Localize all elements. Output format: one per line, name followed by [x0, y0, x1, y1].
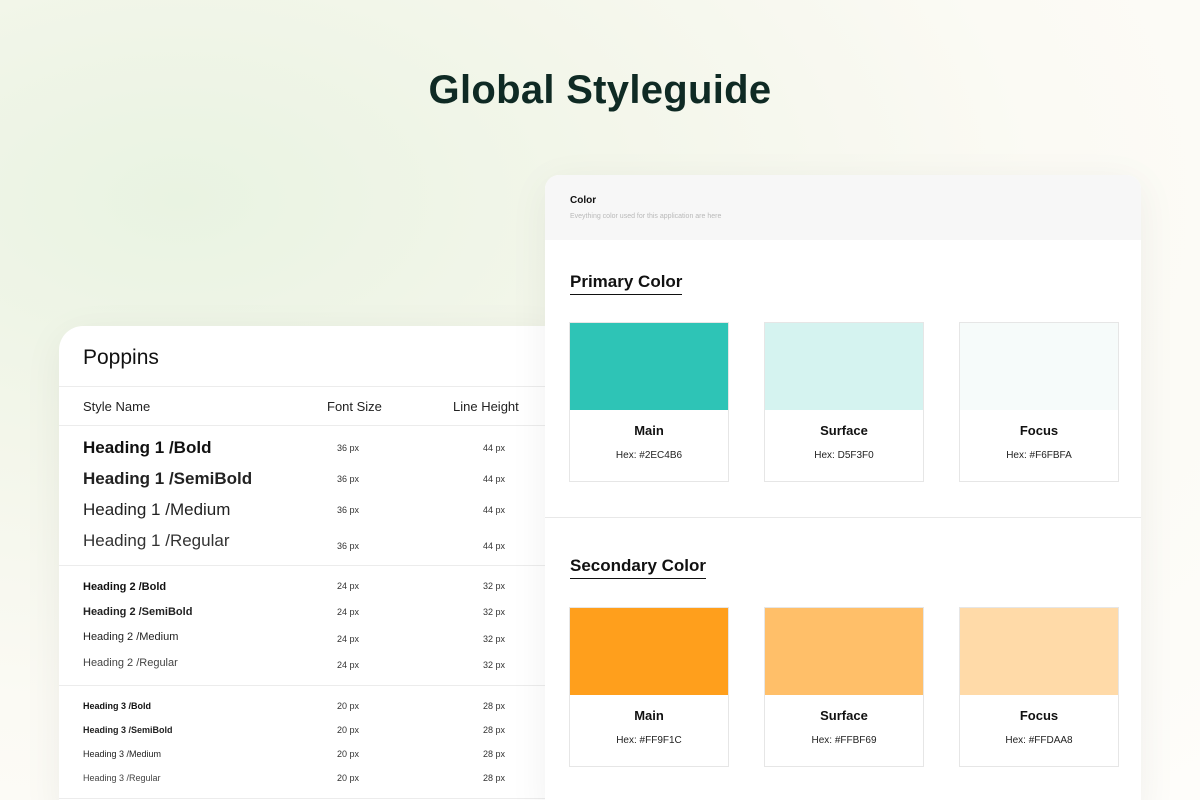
line-height-value: 44 px — [483, 505, 506, 515]
font-size-value: 20 px — [337, 773, 360, 783]
column-header-style-name: Style Name — [83, 399, 151, 414]
swatch-hex: Hex: #F6FBFA — [1006, 450, 1072, 461]
column-header-font-size: Font Size — [327, 399, 382, 414]
swatch-name: Surface — [820, 423, 868, 438]
color-card-subtitle: Eveything color used for this applicatio… — [570, 213, 722, 220]
style-name: Heading 2 /Regular — [83, 657, 178, 669]
divider — [59, 425, 559, 426]
section-divider — [545, 517, 1141, 518]
style-name: Heading 2 /Medium — [83, 631, 179, 643]
line-height-value: 28 px — [483, 701, 506, 711]
font-size-value: 36 px — [337, 474, 360, 484]
swatch-name: Surface — [820, 708, 868, 723]
font-size-value: 20 px — [337, 725, 360, 735]
font-size-value: 24 px — [337, 581, 360, 591]
style-name: Heading 3 /SemiBold — [83, 725, 173, 735]
swatch-hex: Hex: #2EC4B6 — [615, 450, 683, 461]
line-height-value: 28 px — [483, 773, 506, 783]
style-name: Heading 1 /Regular — [83, 531, 230, 550]
swatch-fill — [960, 608, 1118, 695]
line-height-value: 44 px — [483, 443, 506, 453]
typography-card: Poppins Style Name Font Size Line Height… — [59, 326, 559, 800]
divider — [59, 685, 559, 686]
line-height-value: 32 px — [483, 607, 506, 617]
style-name: Heading 3 /Regular — [83, 773, 161, 783]
font-size-value: 20 px — [337, 701, 360, 711]
font-size-value: 36 px — [337, 443, 360, 453]
line-height-value: 32 px — [483, 660, 506, 670]
style-name: Heading 1 /Medium — [83, 500, 231, 519]
secondary-swatch-main: Main Hex: #FF9F1C — [569, 607, 729, 767]
swatch-hex: Hex: #FFDAA8 — [1005, 735, 1073, 746]
font-size-value: 36 px — [337, 505, 360, 515]
column-header-line-height: Line Height — [453, 399, 519, 414]
line-height-value: 28 px — [483, 725, 506, 735]
swatch-name: Focus — [1019, 708, 1059, 723]
line-height-value: 44 px — [483, 474, 506, 484]
line-height-value: 28 px — [483, 749, 506, 759]
swatch-fill — [570, 323, 728, 410]
color-card-title: Color — [570, 195, 597, 206]
page-title: Global Styleguide — [428, 68, 772, 112]
style-name: Heading 1 /SemiBold — [83, 469, 253, 488]
divider — [59, 565, 559, 566]
style-name: Heading 3 /Bold — [83, 701, 152, 711]
divider — [59, 386, 559, 387]
swatch-fill — [570, 608, 728, 695]
font-family-name: Poppins — [83, 346, 159, 369]
primary-swatch-main: Main Hex: #2EC4B6 — [569, 322, 729, 482]
line-height-value: 32 px — [483, 634, 506, 644]
swatch-hex: Hex: #FF9F1C — [616, 735, 682, 746]
style-name: Heading 3 /Medium — [83, 749, 162, 759]
swatch-name: Main — [634, 423, 664, 438]
font-size-value: 24 px — [337, 660, 360, 670]
swatch-name: Focus — [1019, 423, 1059, 438]
color-card-header: Color Eveything color used for this appl… — [545, 175, 1141, 240]
secondary-color-title: Secondary Color — [570, 556, 707, 579]
font-size-value: 20 px — [337, 749, 360, 759]
secondary-swatch-surface: Surface Hex: #FFBF69 — [764, 607, 924, 767]
secondary-swatch-focus: Focus Hex: #FFDAA8 — [959, 607, 1119, 767]
primary-swatch-focus: Focus Hex: #F6FBFA — [959, 322, 1119, 482]
font-size-value: 24 px — [337, 607, 360, 617]
line-height-value: 32 px — [483, 581, 506, 591]
primary-swatch-surface: Surface Hex: D5F3F0 — [764, 322, 924, 482]
swatch-name: Main — [634, 708, 664, 723]
swatch-hex: Hex: D5F3F0 — [814, 450, 874, 461]
line-height-value: 44 px — [483, 541, 506, 551]
divider — [59, 798, 559, 799]
swatch-fill — [765, 608, 923, 695]
swatch-hex: Hex: #FFBF69 — [811, 735, 877, 746]
primary-color-title: Primary Color — [570, 272, 683, 295]
style-name: Heading 2 /Bold — [83, 581, 167, 593]
color-card: Color Eveything color used for this appl… — [545, 175, 1141, 800]
font-size-value: 36 px — [337, 541, 360, 551]
swatch-fill — [960, 323, 1118, 410]
style-name: Heading 2 /SemiBold — [83, 606, 193, 618]
font-size-value: 24 px — [337, 634, 360, 644]
swatch-fill — [765, 323, 923, 410]
style-name: Heading 1 /Bold — [83, 438, 212, 457]
